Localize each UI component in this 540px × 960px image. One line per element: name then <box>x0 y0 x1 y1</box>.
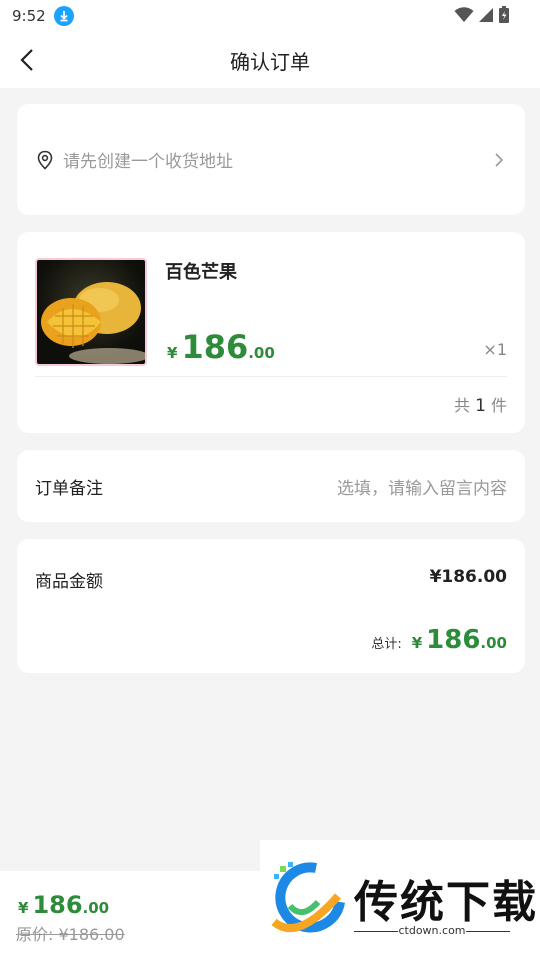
brand-url: ctdown.com <box>354 924 510 937</box>
total-integer: 186 <box>426 625 481 655</box>
status-time: 9:52 <box>12 7 46 25</box>
download-icon <box>53 6 74 26</box>
goods-amount-label: 商品金额 <box>35 572 103 592</box>
product-quantity: ×1 <box>483 340 507 359</box>
wifi-icon <box>454 7 474 22</box>
count-prefix: 共 <box>453 396 470 415</box>
order-remark-row[interactable]: 订单备注 选填，请输入留言内容 <box>17 450 525 522</box>
remark-label: 订单备注 <box>35 478 103 499</box>
item-count: 共 1 件 <box>454 392 507 416</box>
count-suffix: 件 <box>490 396 507 415</box>
watermark-overlay: 传统下载 ctdown.com <box>260 840 540 960</box>
goods-amount-value: ¥186.00 <box>429 567 507 587</box>
price-summary-card: 商品金额 ¥186.00 总计: ¥ 186 .00 <box>17 539 525 673</box>
page-title: 确认订单 <box>230 49 310 74</box>
signal-icon <box>479 8 493 22</box>
address-card[interactable]: 请先创建一个收货地址 <box>17 104 525 215</box>
divider <box>35 376 507 377</box>
price-integer: 186 <box>181 328 249 366</box>
currency-symbol: ¥ <box>167 344 178 362</box>
product-image[interactable] <box>35 258 147 366</box>
status-bar: 9:52 <box>0 0 540 32</box>
currency-symbol: ¥ <box>18 899 29 917</box>
remark-input[interactable]: 选填，请输入留言内容 <box>337 474 507 499</box>
location-pin-icon <box>37 150 53 170</box>
battery-icon <box>499 6 509 23</box>
product-name: 百色芒果 <box>165 262 237 283</box>
chevron-right-icon <box>495 152 504 167</box>
price-decimal: .00 <box>248 344 275 362</box>
header-bar: 确认订单 <box>0 32 540 88</box>
product-price: ¥ 186 .00 <box>167 328 275 366</box>
brand-name: 传统下载 <box>354 877 538 928</box>
back-arrow-icon[interactable] <box>14 46 42 74</box>
bottom-price: ¥ 186 .00 <box>18 891 109 919</box>
brand-logo-icon <box>271 862 345 933</box>
total-price: 总计: ¥ 186 .00 <box>371 625 507 655</box>
bottom-price-decimal: .00 <box>82 899 110 917</box>
address-placeholder: 请先创建一个收货地址 <box>63 152 233 172</box>
bottom-price-integer: 186 <box>32 891 83 919</box>
original-price: 原价: ¥186.00 <box>16 925 125 944</box>
count-number: 1 <box>475 396 486 416</box>
product-card: 百色芒果 ¥ 186 .00 ×1 共 1 件 <box>17 232 525 433</box>
total-decimal: .00 <box>480 634 507 652</box>
total-label: 总计: <box>371 637 402 652</box>
currency-symbol: ¥ <box>411 634 423 652</box>
